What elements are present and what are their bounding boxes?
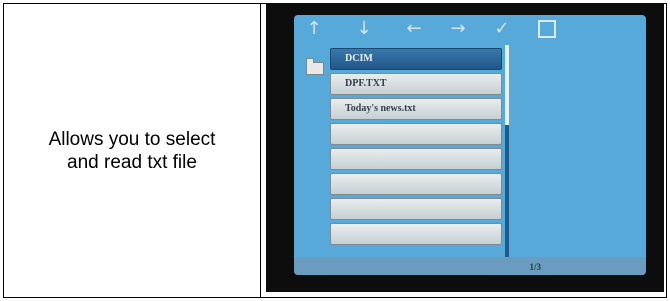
page-indicator: 1/3 <box>529 262 541 272</box>
down-arrow-icon[interactable]: ↓ <box>352 17 376 41</box>
file-list-item[interactable] <box>330 198 502 220</box>
preview-box-icon[interactable] <box>538 20 556 38</box>
device-screen: ↑ ↓ ← → ✓ DCIM DPF.TXT Today's news.txt … <box>294 15 646 275</box>
right-arrow-icon[interactable]: → <box>446 17 470 41</box>
file-list-item[interactable]: Today's news.txt <box>330 98 502 120</box>
scrollbar-thumb[interactable] <box>505 45 509 125</box>
folder-icon <box>306 58 324 75</box>
up-arrow-icon[interactable]: ↑ <box>302 17 326 41</box>
file-list-item[interactable] <box>330 148 502 170</box>
status-bar: 1/3 <box>294 257 646 275</box>
device-photo: ↑ ↓ ← → ✓ DCIM DPF.TXT Today's news.txt … <box>266 3 664 292</box>
file-list-item[interactable]: DCIM <box>330 48 502 70</box>
left-arrow-icon[interactable]: ← <box>402 17 426 41</box>
file-name: DPF.TXT <box>345 78 387 89</box>
file-list-item[interactable] <box>330 223 502 245</box>
file-name: DCIM <box>345 53 373 64</box>
description-cell: Allows you to select and read txt file <box>4 4 261 297</box>
description-text: Allows you to select and read txt file <box>48 128 216 173</box>
file-list-item[interactable]: DPF.TXT <box>330 73 502 95</box>
file-list: DCIM DPF.TXT Today's news.txt <box>330 48 506 248</box>
file-list-item[interactable] <box>330 123 502 145</box>
confirm-check-icon[interactable]: ✓ <box>490 17 514 41</box>
toolbar: ↑ ↓ ← → ✓ <box>294 15 646 43</box>
file-name: Today's news.txt <box>345 103 416 114</box>
file-list-item[interactable] <box>330 173 502 195</box>
